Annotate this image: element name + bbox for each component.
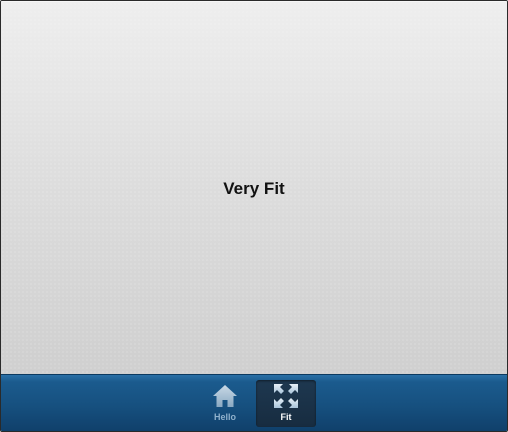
- tab-bar: Hello Fit: [1, 374, 507, 431]
- tab-hello-label: Hello: [213, 412, 236, 422]
- expand-arrows-icon: [274, 384, 298, 408]
- app-window: Very Fit Hello Fit: [0, 0, 508, 432]
- tab-fit[interactable]: Fit: [256, 380, 316, 427]
- page-title: Very Fit: [223, 179, 285, 198]
- home-icon: [213, 385, 237, 407]
- content-panel: Very Fit: [1, 1, 507, 374]
- tab-hello[interactable]: Hello: [195, 380, 255, 427]
- tab-fit-label: Fit: [280, 412, 292, 422]
